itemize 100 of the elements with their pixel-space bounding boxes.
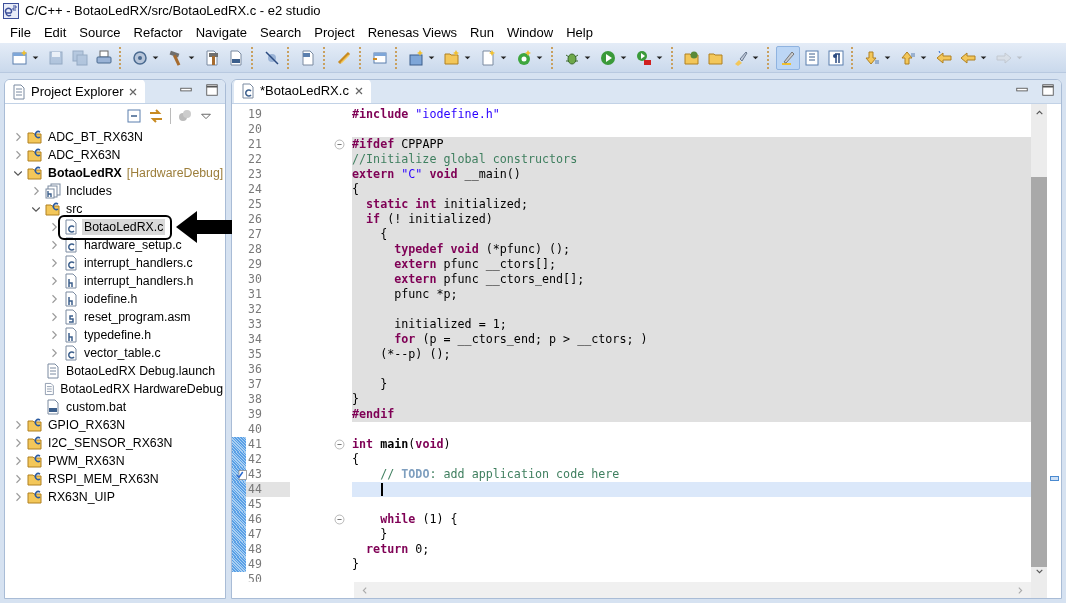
project-folder-icon — [27, 129, 43, 145]
c-file-icon — [63, 345, 79, 361]
binary-file-icon — [45, 399, 61, 415]
scroll-down-icon[interactable] — [1034, 567, 1044, 576]
last-edit-icon[interactable] — [936, 49, 952, 66]
link-icon[interactable] — [336, 49, 352, 66]
view-tab[interactable]: Project Explorer — [5, 80, 146, 103]
dropdown-arrow-icon[interactable] — [979, 53, 988, 62]
project-folder-icon — [27, 165, 43, 181]
tree-item[interactable]: RX63N_UIP — [46, 489, 117, 505]
dropdown-arrow-icon[interactable] — [427, 53, 436, 62]
horizontal-scrollbar[interactable] — [354, 582, 1031, 598]
menu-item[interactable]: Project — [307, 22, 361, 43]
tree-item[interactable]: GPIO_RX63N — [46, 417, 128, 433]
tree-item[interactable]: BotaoLedRX.c — [82, 219, 166, 235]
highlighter-icon[interactable] — [780, 49, 796, 66]
menu-item[interactable]: Renesas Views — [360, 22, 464, 43]
tree-item[interactable]: typedefine.h — [82, 327, 153, 343]
collapse-all-icon[interactable] — [126, 108, 142, 124]
tree-item[interactable]: I2C_SENSOR_RX63N — [46, 435, 175, 451]
menu-item[interactable]: Source — [72, 22, 127, 43]
menu-item[interactable]: Edit — [36, 22, 73, 43]
dropdown-arrow-icon[interactable] — [463, 53, 472, 62]
menu-item[interactable]: Run — [463, 22, 500, 43]
scroll-right-icon[interactable] — [1016, 585, 1025, 595]
dropdown-arrow-icon[interactable] — [583, 53, 592, 62]
maximize-icon[interactable] — [1041, 83, 1055, 97]
eye-off-icon[interactable] — [264, 49, 280, 66]
line-number: 41 — [248, 437, 262, 452]
tree-item[interactable]: RSPI_MEM_RX63N — [46, 471, 161, 487]
project-folder-icon — [27, 435, 43, 451]
menu-item[interactable]: Refactor — [126, 22, 189, 43]
fold-icon[interactable] — [333, 514, 345, 525]
print-icon[interactable] — [96, 49, 112, 66]
tree-item[interactable]: ADC_RX63N — [46, 147, 123, 163]
project-folder-icon — [27, 453, 43, 469]
scroll-left-icon[interactable] — [360, 585, 369, 595]
pilcrow-icon[interactable] — [828, 49, 844, 66]
code-line: } — [352, 557, 361, 572]
tree-item[interactable]: Includes — [64, 183, 114, 199]
line-number: 45 — [248, 497, 262, 512]
fold-icon[interactable] — [333, 439, 345, 450]
run-tool-icon[interactable] — [636, 49, 652, 66]
tree-item[interactable]: interrupt_handlers.c — [82, 255, 195, 271]
open-folder-icon[interactable] — [684, 49, 700, 66]
dropdown-arrow-icon[interactable] — [751, 53, 760, 62]
dropdown-arrow-icon[interactable] — [883, 53, 892, 62]
window-icon[interactable] — [372, 49, 388, 66]
run-icon[interactable] — [600, 49, 616, 66]
editor-tab[interactable]: *BotaoLedRX.c — [234, 80, 371, 103]
includes-icon — [45, 183, 61, 199]
menu-item[interactable]: Help — [559, 22, 599, 43]
tree-item[interactable]: PWM_RX63N — [46, 453, 127, 469]
project-config-label: [HardwareDebug] — [126, 164, 224, 182]
new-file-icon[interactable] — [300, 49, 316, 66]
link-with-editor-icon[interactable] — [148, 108, 164, 124]
dropdown-arrow-icon[interactable] — [919, 53, 928, 62]
dropdown-arrow-icon[interactable] — [535, 53, 544, 62]
tree-item[interactable]: hardware_setup.c — [82, 237, 184, 253]
tree-item[interactable]: iodefine.h — [82, 291, 140, 307]
line-number: 25 — [248, 197, 262, 212]
tree-item[interactable]: reset_program.asm — [82, 309, 193, 325]
tree-item[interactable]: ADC_BT_RX63N — [46, 129, 145, 145]
menu-item[interactable]: Window — [499, 22, 560, 43]
line-number: 26 — [248, 212, 262, 227]
gear-icon[interactable] — [132, 49, 148, 66]
document-icon[interactable] — [804, 49, 820, 66]
code-line: } — [379, 527, 389, 542]
dropdown-arrow-icon[interactable] — [31, 53, 40, 62]
fold-icon[interactable] — [333, 139, 345, 150]
dropdown-arrow-icon[interactable] — [499, 53, 508, 62]
tree-item[interactable]: custom.bat — [64, 399, 129, 415]
binary-file-icon[interactable] — [228, 49, 244, 66]
line-number: 30 — [248, 272, 262, 287]
line-number: 23 — [248, 167, 262, 182]
dropdown-arrow-icon[interactable] — [151, 53, 160, 62]
line-number: 32 — [248, 302, 262, 317]
scroll-up-icon[interactable] — [1034, 108, 1044, 117]
tree-item[interactable]: BotaoLedRX HardwareDebug — [58, 381, 225, 397]
code-line: { — [352, 452, 361, 467]
dropdown-arrow-icon[interactable] — [619, 53, 628, 62]
menu-item[interactable]: Search — [253, 22, 308, 43]
code-line: while (1) { — [379, 512, 459, 527]
filter-icon[interactable] — [177, 108, 193, 124]
tree-item[interactable]: BotaoLedRX Debug.launch — [64, 363, 218, 379]
text-file-icon — [45, 363, 61, 379]
maximize-icon[interactable] — [205, 83, 219, 97]
tree-item[interactable]: BotaoLedRX — [46, 165, 124, 181]
menu-item[interactable]: File — [3, 22, 37, 43]
line-number: 19 — [248, 107, 262, 122]
vertical-scrollbar[interactable] — [1031, 104, 1047, 598]
tree-item[interactable]: vector_table.c — [82, 345, 163, 361]
dropdown-arrow-icon[interactable] — [187, 53, 196, 62]
tree-item[interactable]: src — [64, 201, 85, 217]
dropdown-arrow-icon[interactable] — [655, 53, 664, 62]
menu-item[interactable]: Navigate — [188, 22, 253, 43]
tree-item[interactable]: interrupt_handlers.h — [82, 273, 196, 289]
line-number: 28 — [248, 242, 262, 257]
line-number: 20 — [248, 122, 262, 137]
hammer-icon[interactable] — [204, 49, 220, 66]
